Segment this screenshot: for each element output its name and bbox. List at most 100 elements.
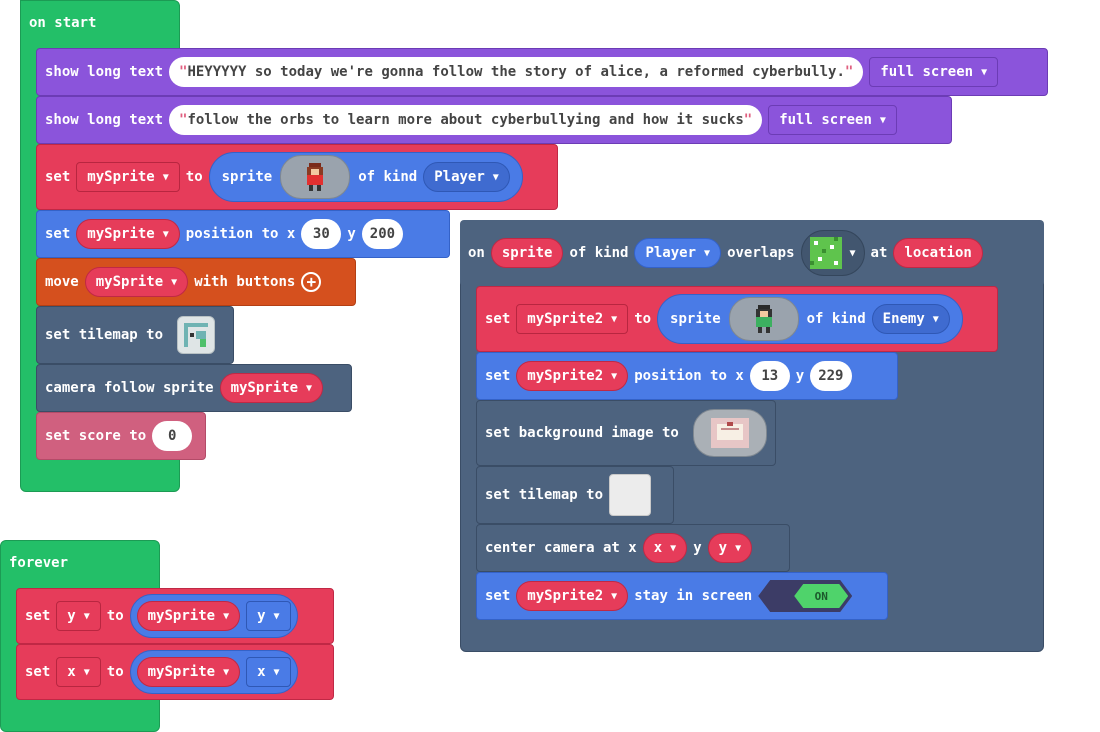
show-long-text-block-2[interactable]: show long text " follow the orbs to learn… [36, 96, 952, 144]
position-to-x-label: position to x [634, 368, 744, 384]
set-position2-block[interactable]: set mySprite2 ▼ position to x 13 y 229 [476, 352, 898, 400]
tile-dropdown[interactable]: ▼ [800, 230, 865, 276]
to-label: to [106, 664, 124, 680]
location-variable[interactable]: location [893, 238, 983, 268]
x-value-input[interactable]: 30 [301, 219, 342, 249]
chevron-down-icon: ▼ [981, 66, 988, 78]
on-start-label: on start [29, 15, 97, 31]
center-camera-block[interactable]: center camera at x x ▼ y y ▼ [476, 524, 790, 572]
variable-dropdown-y[interactable]: y ▼ [707, 533, 753, 563]
set-background-block[interactable]: set background image to [476, 400, 776, 466]
with-buttons-label: with buttons [194, 274, 296, 290]
move-label: move [45, 274, 79, 290]
variable-dropdown-mysprite[interactable]: mySprite ▼ [76, 219, 180, 249]
kind-dropdown-enemy[interactable]: Enemy ▼ [871, 304, 950, 334]
sprite-property-reporter[interactable]: mySprite ▼ x ▼ [129, 650, 298, 694]
stay-in-screen-toggle[interactable]: ON [758, 580, 853, 612]
y-value-input[interactable]: 200 [361, 219, 404, 249]
show-long-text-block-1[interactable]: show long text " HEYYYYY so today we're g… [36, 48, 1048, 96]
chevron-down-icon: ▼ [162, 171, 169, 183]
overlaps-label: overlaps [727, 245, 795, 261]
set-label: set [45, 169, 71, 185]
set-sprite-block[interactable]: set mySprite ▼ to sprite of kind Player ▼ [36, 144, 558, 210]
set-background-label: set background image to [485, 425, 679, 441]
y-label: y [693, 540, 702, 556]
of-kind-label: of kind [358, 169, 418, 185]
sprite-dropdown-mysprite[interactable]: mySprite ▼ [136, 657, 241, 687]
camera-follow-block[interactable]: camera follow sprite mySprite ▼ [36, 364, 352, 412]
plus-icon[interactable]: + [301, 272, 322, 292]
variable-dropdown-x[interactable]: x ▼ [56, 657, 101, 687]
to-label: to [106, 608, 124, 624]
set-label: set [25, 608, 51, 624]
variable-dropdown-mysprite[interactable]: mySprite ▼ [76, 162, 180, 192]
sprite-dropdown-mysprite[interactable]: mySprite ▼ [136, 601, 241, 631]
long-text-string-1[interactable]: " HEYYYYY so today we're gonna follow the… [169, 57, 864, 87]
long-text-string-2[interactable]: " follow the orbs to learn more about cyb… [169, 105, 763, 135]
grass-tile-icon [809, 237, 842, 269]
x-value-input[interactable]: 13 [749, 361, 790, 391]
sprite-of-kind-reporter[interactable]: sprite of kind Player ▼ [208, 152, 523, 202]
sprite-property-reporter[interactable]: mySprite ▼ y ▼ [129, 594, 298, 638]
set-position-block[interactable]: set mySprite ▼ position to x 30 y 200 [36, 210, 450, 258]
on-label: on [468, 245, 485, 261]
sprite-of-kind-reporter[interactable]: sprite of kind Enemy ▼ [657, 294, 963, 344]
variable-dropdown-mysprite[interactable]: mySprite ▼ [219, 373, 324, 403]
display-mode-dropdown-1[interactable]: full screen ▼ [869, 57, 999, 87]
variable-dropdown-mysprite[interactable]: mySprite ▼ [84, 267, 189, 297]
player-sprite-image-icon[interactable] [280, 155, 351, 199]
kind-dropdown-player[interactable]: Player ▼ [634, 238, 722, 268]
variable-dropdown-y[interactable]: y ▼ [56, 601, 101, 631]
set-x-block[interactable]: set x ▼ to mySprite ▼ x ▼ [16, 644, 334, 700]
move-with-buttons-block[interactable]: move mySprite ▼ with buttons + [36, 258, 356, 306]
empty-tilemap-icon[interactable] [609, 474, 652, 516]
display-mode-dropdown-2[interactable]: full screen ▼ [768, 105, 897, 135]
set-tilemap-block[interactable]: set tilemap to [36, 306, 234, 364]
chevron-down-icon: ▼ [735, 542, 742, 554]
y-value-input[interactable]: 229 [810, 361, 852, 391]
variable-dropdown-mysprite2[interactable]: mySprite2 ▼ [516, 581, 629, 611]
stay-in-screen-label: stay in screen [634, 588, 753, 604]
overlap-event-header: on sprite of kind Player ▼ overlaps ▼ at … [460, 220, 1044, 286]
stay-in-screen-block[interactable]: set mySprite2 ▼ stay in screen ON [476, 572, 888, 620]
to-label: to [185, 169, 203, 185]
event-sprite-variable[interactable]: sprite [490, 238, 564, 268]
set-label: set [485, 588, 511, 604]
show-long-text-label: show long text [45, 112, 164, 128]
camera-follow-label: camera follow sprite [45, 380, 214, 396]
sprite-label: sprite [670, 311, 721, 327]
chevron-down-icon: ▼ [932, 313, 939, 325]
score-value-input[interactable]: 0 [152, 421, 193, 451]
y-label: y [347, 226, 356, 242]
chevron-down-icon: ▼ [273, 610, 280, 622]
set-label: set [485, 311, 511, 327]
kind-dropdown-player[interactable]: Player ▼ [423, 162, 510, 192]
forever-label: forever [9, 555, 69, 571]
center-camera-label: center camera at x [485, 540, 637, 556]
chevron-down-icon: ▼ [223, 666, 230, 678]
to-label: to [634, 311, 652, 327]
chevron-down-icon: ▼ [879, 114, 886, 126]
chevron-down-icon: ▼ [670, 542, 677, 554]
chevron-down-icon: ▼ [611, 370, 618, 382]
set-tilemap-label: set tilemap to [485, 487, 604, 503]
set-sprite2-block[interactable]: set mySprite2 ▼ to sprite of kind Enemy ▼ [476, 286, 998, 352]
variable-dropdown-mysprite2[interactable]: mySprite2 ▼ [516, 361, 629, 391]
position-to-x-label: position to x [185, 226, 296, 242]
chevron-down-icon: ▼ [83, 610, 90, 622]
of-kind-label: of kind [569, 245, 629, 261]
property-dropdown-x[interactable]: x ▼ [246, 657, 291, 687]
set-score-block[interactable]: set score to 0 [36, 412, 206, 460]
tilemap-image-icon[interactable] [177, 316, 216, 354]
set-tilemap2-block[interactable]: set tilemap to [476, 466, 674, 524]
chevron-down-icon: ▼ [273, 666, 280, 678]
sprite-label: sprite [221, 169, 273, 185]
background-image-icon[interactable] [692, 409, 767, 457]
property-dropdown-y[interactable]: y ▼ [246, 601, 291, 631]
variable-dropdown-mysprite2[interactable]: mySprite2 ▼ [516, 304, 629, 334]
of-kind-label: of kind [806, 311, 866, 327]
variable-dropdown-x[interactable]: x ▼ [642, 533, 688, 563]
enemy-sprite-image-icon[interactable] [728, 297, 799, 341]
set-y-block[interactable]: set y ▼ to mySprite ▼ y ▼ [16, 588, 334, 644]
chevron-down-icon: ▼ [306, 382, 313, 394]
